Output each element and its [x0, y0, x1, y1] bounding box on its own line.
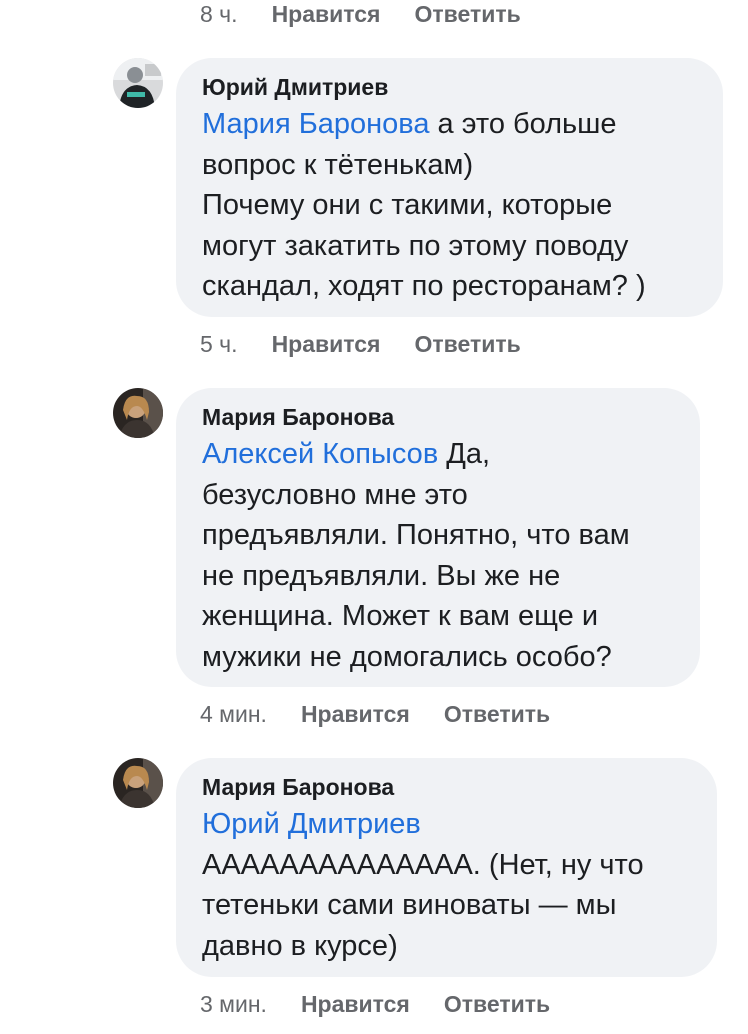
like-link[interactable]: Нравится	[272, 0, 381, 28]
mention-link[interactable]: Мария Баронова	[202, 108, 429, 140]
comment-text: Алексей Копысов Да, безусловно мне это п…	[202, 434, 676, 677]
reply-link[interactable]: Ответить	[444, 700, 550, 728]
comment-actions: 3 мин. Нравится Ответить	[200, 990, 584, 1018]
user-avatar-photo-icon	[113, 388, 163, 438]
like-link[interactable]: Нравится	[301, 700, 410, 728]
comment-actions: 5 ч. Нравится Ответить	[200, 330, 555, 358]
like-link[interactable]: Нравится	[301, 990, 410, 1018]
comment-body: Да, безусловно мне это предъявляли. Поня…	[202, 438, 630, 673]
avatar[interactable]	[113, 758, 163, 808]
comment-actions: 4 мин. Нравится Ответить	[200, 700, 584, 728]
comment-text: Юрий Дмитриев АААААААААААААА. (Нет, ну ч…	[202, 804, 693, 966]
comment-bubble: Мария Баронова Юрий Дмитриев ААААААААААА…	[176, 758, 717, 977]
mention-link[interactable]: Юрий Дмитриев	[202, 808, 421, 840]
avatar[interactable]	[113, 58, 163, 108]
user-avatar-photo-icon	[113, 58, 163, 108]
comment-body: АААААААААААААА. (Нет, ну что тетеньки са…	[202, 848, 644, 962]
comment-text: Мария Баронова а это больше вопрос к тёт…	[202, 104, 699, 307]
comment-timestamp: 3 мин.	[200, 991, 267, 1017]
comment-author[interactable]: Юрий Дмитриев	[202, 72, 699, 102]
comment-timestamp: 4 мин.	[200, 701, 267, 727]
comment-author[interactable]: Мария Баронова	[202, 402, 676, 432]
comment-bubble: Мария Баронова Алексей Копысов Да, безус…	[176, 388, 700, 687]
user-avatar-photo-icon	[113, 758, 163, 808]
like-link[interactable]: Нравится	[272, 330, 381, 358]
avatar[interactable]	[113, 388, 163, 438]
previous-comment-actions: 8 ч. Нравится Ответить	[200, 0, 555, 28]
reply-link[interactable]: Ответить	[414, 0, 520, 28]
comment-author[interactable]: Мария Баронова	[202, 772, 693, 802]
comment-bubble: Юрий Дмитриев Мария Баронова а это больш…	[176, 58, 723, 317]
comment-timestamp: 8 ч.	[200, 1, 238, 27]
reply-link[interactable]: Ответить	[444, 990, 550, 1018]
reply-link[interactable]: Ответить	[414, 330, 520, 358]
mention-link[interactable]: Алексей Копысов	[202, 438, 438, 470]
comment-timestamp: 5 ч.	[200, 331, 238, 357]
